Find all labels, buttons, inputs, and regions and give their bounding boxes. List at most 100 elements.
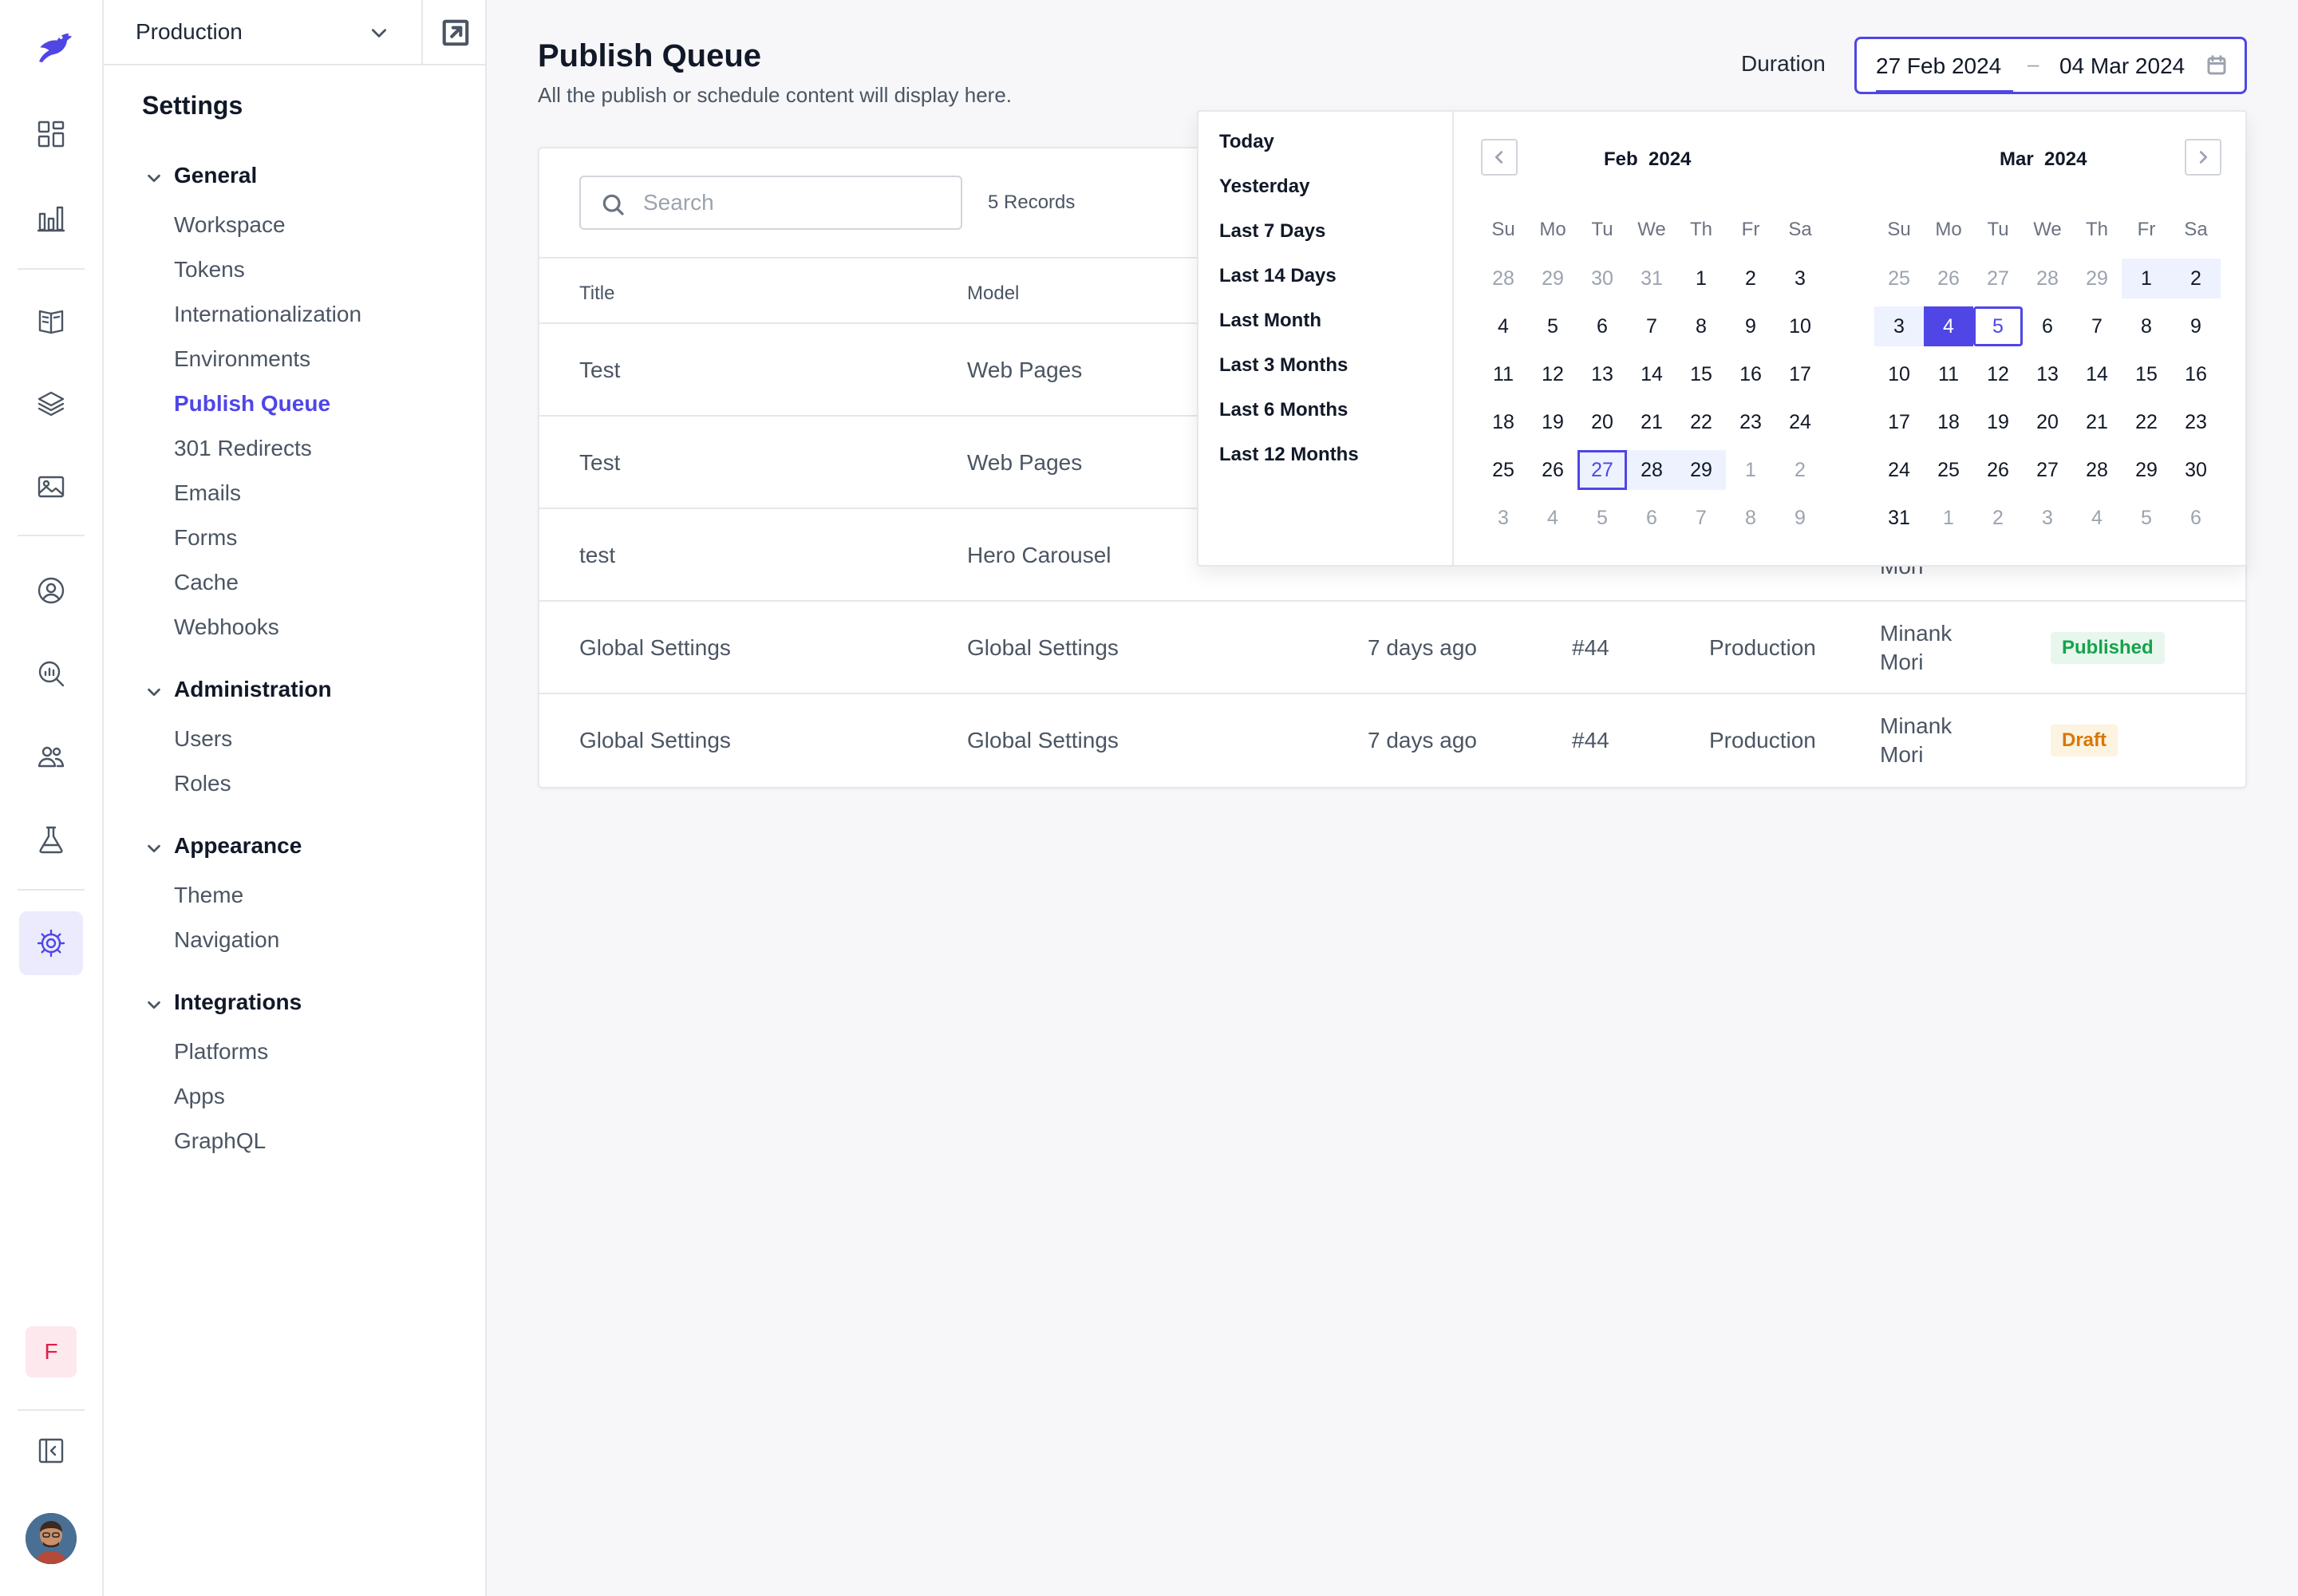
column-title[interactable]: Title (579, 282, 614, 305)
calendar-day[interactable]: 25 (1874, 259, 1924, 298)
flask-icon[interactable] (19, 808, 83, 871)
preset-last-month[interactable]: Last Month (1219, 310, 1321, 332)
group-administration[interactable]: Administration (145, 677, 332, 702)
bird-logo-icon[interactable] (19, 18, 83, 81)
calendar-day[interactable]: 25 (1924, 450, 1973, 490)
calendar-day[interactable]: 1 (1726, 450, 1775, 490)
group-general[interactable]: General (145, 163, 257, 188)
calendar-day[interactable]: 1 (1676, 259, 1726, 298)
collapse-sidebar-icon[interactable] (19, 1419, 83, 1483)
preset-today[interactable]: Today (1219, 131, 1274, 153)
calendar-day[interactable]: 22 (2122, 402, 2171, 442)
calendar-day[interactable]: 9 (1726, 306, 1775, 346)
sidebar-item-internationalization[interactable]: Internationalization (174, 302, 361, 327)
calendar-day[interactable]: 23 (1726, 402, 1775, 442)
calendar-day[interactable]: 27 (2023, 450, 2072, 490)
calendar-day[interactable]: 19 (1528, 402, 1577, 442)
calendar-day[interactable]: 4 (1924, 306, 1973, 346)
calendar-day[interactable]: 4 (1479, 306, 1528, 346)
date-to[interactable]: 04 Mar 2024 (2059, 53, 2185, 79)
calendar-day[interactable]: 5 (1528, 306, 1577, 346)
calendar-day[interactable]: 30 (2171, 450, 2221, 490)
calendar-day[interactable]: 28 (2072, 450, 2122, 490)
next-month-button[interactable] (2185, 139, 2221, 176)
calendar-day[interactable]: 26 (1924, 259, 1973, 298)
date-from[interactable]: 27 Feb 2024 (1876, 53, 2001, 79)
workspace-initial-badge[interactable]: F (26, 1326, 77, 1377)
calendar-day[interactable]: 29 (1676, 450, 1726, 490)
calendar-day[interactable]: 3 (1874, 306, 1924, 346)
calendar-day[interactable]: 29 (2122, 450, 2171, 490)
calendar-day[interactable]: 15 (1676, 354, 1726, 394)
column-model[interactable]: Model (967, 282, 1019, 305)
search-box[interactable] (579, 176, 962, 230)
calendar-day[interactable]: 7 (1627, 306, 1676, 346)
calendar-day[interactable]: 6 (1577, 306, 1627, 346)
calendar-day[interactable]: 31 (1627, 259, 1676, 298)
image-icon[interactable] (19, 455, 83, 519)
table-row[interactable]: Global Settings Global Settings 7 days a… (539, 602, 2245, 694)
prev-month-button[interactable] (1481, 139, 1518, 176)
calendar-day[interactable]: 17 (1775, 354, 1825, 394)
layers-icon[interactable] (19, 372, 83, 436)
dashboard-icon[interactable] (19, 102, 83, 166)
calendar-day[interactable]: 7 (1676, 498, 1726, 538)
preset-yesterday[interactable]: Yesterday (1219, 176, 1309, 198)
calendar-day[interactable]: 1 (1924, 498, 1973, 538)
calendar-day[interactable]: 2 (1726, 259, 1775, 298)
sidebar-item-graphql[interactable]: GraphQL (174, 1128, 266, 1154)
calendar-day[interactable]: 12 (1528, 354, 1577, 394)
calendar-day[interactable]: 18 (1924, 402, 1973, 442)
sidebar-item-roles[interactable]: Roles (174, 771, 231, 796)
calendar-day[interactable]: 5 (2122, 498, 2171, 538)
calendar-day[interactable]: 13 (2023, 354, 2072, 394)
sidebar-item-apps[interactable]: Apps (174, 1084, 225, 1109)
calendar-day[interactable]: 2 (1973, 498, 2023, 538)
calendar-day[interactable]: 5 (1577, 498, 1627, 538)
user-circle-icon[interactable] (19, 559, 83, 622)
calendar-day[interactable]: 28 (2023, 259, 2072, 298)
calendar-day[interactable]: 11 (1924, 354, 1973, 394)
preset-last-6-months[interactable]: Last 6 Months (1219, 399, 1348, 421)
sidebar-item-publish-queue[interactable]: Publish Queue (174, 391, 330, 417)
calendar-day[interactable]: 6 (2171, 498, 2221, 538)
calendar-day[interactable]: 20 (2023, 402, 2072, 442)
sidebar-item-environments[interactable]: Environments (174, 346, 310, 372)
sidebar-item-cache[interactable]: Cache (174, 570, 239, 595)
sidebar-item-emails[interactable]: Emails (174, 480, 241, 506)
calendar-day[interactable]: 8 (1726, 498, 1775, 538)
calendar-day[interactable]: 28 (1627, 450, 1676, 490)
calendar-day[interactable]: 2 (2171, 259, 2221, 298)
analytics-icon[interactable] (19, 187, 83, 251)
calendar-day[interactable]: 28 (1479, 259, 1528, 298)
settings-gear-icon[interactable] (19, 911, 83, 975)
calendar-day[interactable]: 3 (1775, 259, 1825, 298)
sidebar-item-theme[interactable]: Theme (174, 883, 243, 908)
sidebar-item-workspace[interactable]: Workspace (174, 212, 286, 238)
preset-last-3-months[interactable]: Last 3 Months (1219, 354, 1348, 377)
calendar-day[interactable]: 4 (1528, 498, 1577, 538)
calendar-day[interactable]: 5 (1973, 306, 2023, 346)
calendar-day[interactable]: 13 (1577, 354, 1627, 394)
sidebar-item-users[interactable]: Users (174, 726, 232, 752)
preset-last-7-days[interactable]: Last 7 Days (1219, 220, 1325, 243)
calendar-day[interactable]: 8 (1676, 306, 1726, 346)
calendar-day[interactable]: 18 (1479, 402, 1528, 442)
environment-select[interactable]: Production (104, 0, 423, 65)
calendar-day[interactable]: 17 (1874, 402, 1924, 442)
calendar-day[interactable]: 3 (1479, 498, 1528, 538)
sidebar-item-301-redirects[interactable]: 301 Redirects (174, 436, 312, 461)
open-external-icon[interactable] (440, 18, 471, 48)
sidebar-item-tokens[interactable]: Tokens (174, 257, 245, 282)
calendar-day[interactable]: 10 (1775, 306, 1825, 346)
calendar-day[interactable]: 20 (1577, 402, 1627, 442)
calendar-icon[interactable] (2205, 53, 2229, 77)
calendar-day[interactable]: 15 (2122, 354, 2171, 394)
sidebar-item-webhooks[interactable]: Webhooks (174, 614, 279, 640)
group-integrations[interactable]: Integrations (145, 990, 302, 1015)
preset-last-12-months[interactable]: Last 12 Months (1219, 444, 1359, 466)
calendar-day[interactable]: 22 (1676, 402, 1726, 442)
calendar-day[interactable]: 29 (2072, 259, 2122, 298)
sidebar-item-navigation[interactable]: Navigation (174, 927, 279, 953)
calendar-day[interactable]: 30 (1577, 259, 1627, 298)
